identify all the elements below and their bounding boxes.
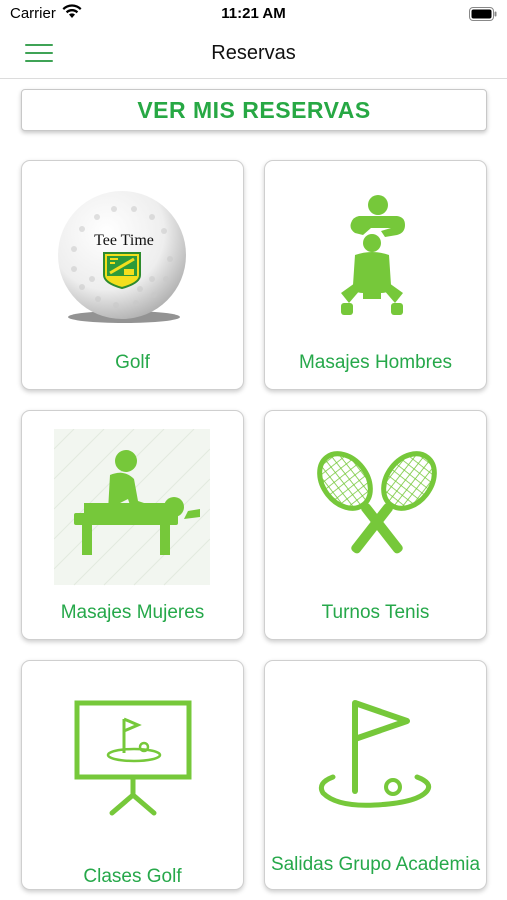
card-label: Salidas Grupo Academia xyxy=(270,854,481,875)
golf-ball-text: Tee Time xyxy=(94,232,154,249)
view-reservations-button[interactable]: VER MIS RESERVAS xyxy=(21,89,487,131)
clock: 11:21 AM xyxy=(221,5,286,22)
card-label: Clases Golf xyxy=(83,866,182,887)
battery-icon xyxy=(469,7,497,21)
card-label: Golf xyxy=(115,352,150,373)
massage-men-icon xyxy=(341,195,405,315)
status-bar: Carrier 11:21 AM xyxy=(0,0,507,30)
tennis-card[interactable]: Turnos Tenis xyxy=(264,410,487,640)
massage-women-icon xyxy=(54,429,210,586)
card-label: Masajes Hombres xyxy=(298,352,453,373)
tennis-rackets-icon xyxy=(317,451,437,554)
golf-ball-icon: Tee Time xyxy=(58,191,186,323)
golf-card[interactable]: Tee Time Golf xyxy=(21,160,244,390)
golf-class-icon xyxy=(74,700,192,816)
page-title: Reservas xyxy=(211,42,296,64)
card-label: Turnos Tenis xyxy=(321,602,430,623)
card-label: Masajes Mujeres xyxy=(60,602,205,623)
golf-class-card[interactable]: Clases Golf xyxy=(21,660,244,890)
massage-men-card[interactable]: Masajes Hombres xyxy=(264,160,487,390)
massage-women-card[interactable]: Masajes Mujeres xyxy=(21,410,244,640)
group-outings-card[interactable]: Salidas Grupo Academia xyxy=(264,660,487,890)
navigation-bar: Reservas xyxy=(0,30,507,79)
golf-flag-icon xyxy=(318,700,432,808)
